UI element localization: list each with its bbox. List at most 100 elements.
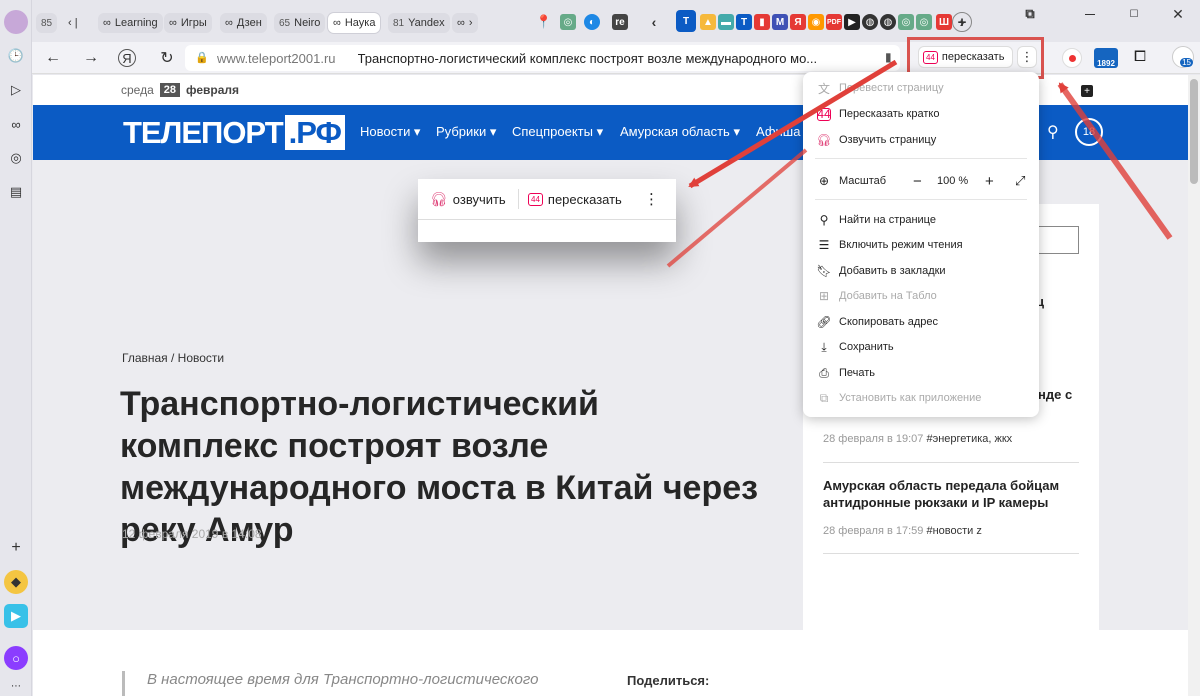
menu-item-bookmark[interactable]: 🔖︎ Добавить в закладки bbox=[816, 261, 945, 281]
tabs-back-icon[interactable]: ‹ | bbox=[68, 13, 78, 33]
news-title[interactable]: Амурская область передала бойцам антидро… bbox=[823, 477, 1073, 511]
back-icon[interactable]: ← bbox=[42, 48, 64, 68]
site-favicon[interactable]: Ш bbox=[936, 14, 952, 30]
map-pin-icon[interactable]: 📍 bbox=[536, 14, 552, 30]
site-favicon[interactable]: ◎ bbox=[898, 14, 914, 30]
age-badge: 18 bbox=[1075, 118, 1103, 146]
scrollbar-thumb[interactable] bbox=[1190, 79, 1198, 184]
site-favicon[interactable]: M bbox=[772, 14, 788, 30]
close-window-icon[interactable]: ✕ bbox=[1170, 6, 1186, 22]
menu-item-copy-address[interactable]: 🔗︎ Скопировать адрес bbox=[816, 312, 938, 332]
mail-icon[interactable]: 1892 bbox=[1094, 48, 1118, 68]
tab-label: Neiro bbox=[294, 17, 321, 29]
forward-icon[interactable]: → bbox=[80, 48, 102, 68]
site-favicon[interactable]: ▶ bbox=[844, 14, 860, 30]
site-favicon[interactable]: ◍ bbox=[862, 14, 878, 30]
site-favicon[interactable]: ◎ bbox=[916, 14, 932, 30]
printer-icon: ⎙ bbox=[819, 365, 829, 380]
profile-avatar[interactable] bbox=[4, 10, 28, 34]
add-icon[interactable]: + bbox=[1081, 85, 1093, 97]
site-logo[interactable]: ТЕЛЕПОРТ .РФ bbox=[123, 115, 345, 151]
bookmark-icon: 🔖︎ bbox=[816, 264, 832, 278]
play-icon[interactable]: ▷ bbox=[4, 78, 28, 102]
maximize-icon[interactable]: ☐ bbox=[1126, 6, 1142, 22]
site-favicon[interactable]: ▮ bbox=[754, 14, 770, 30]
new-tab-button[interactable]: + bbox=[952, 12, 972, 32]
news-tag[interactable]: #энергетика, жкх bbox=[926, 433, 1012, 445]
site-favicon[interactable]: ◐ bbox=[584, 14, 600, 30]
site-favicon[interactable]: ◉ bbox=[808, 14, 824, 30]
more-dots-icon[interactable]: ⋯ bbox=[4, 674, 28, 696]
tab[interactable]: ∞ Дзен bbox=[220, 13, 267, 33]
menu-item-voice-page[interactable]: 🎧︎ Озвучить страницу bbox=[816, 130, 936, 150]
games-icon[interactable]: ◆ bbox=[4, 570, 28, 594]
nav-item-afisha[interactable]: Афиша bbox=[756, 124, 800, 139]
pdf-icon[interactable]: PDF bbox=[826, 14, 842, 30]
site-favicon[interactable]: re bbox=[612, 14, 628, 30]
more-kebab-icon[interactable]: ⋮ bbox=[644, 188, 659, 210]
tab[interactable]: ∞ Игры bbox=[164, 13, 212, 33]
yandex-icon[interactable]: Я bbox=[118, 49, 136, 67]
downloads-icon[interactable]: 15 bbox=[1172, 46, 1194, 68]
menu-item-install-app[interactable]: ⧉ Установить как приложение bbox=[817, 388, 982, 408]
history-icon[interactable]: 🕒 bbox=[4, 44, 28, 68]
zoom-out-button[interactable]: − bbox=[913, 173, 922, 190]
voice-button[interactable]: 🎧︎ озвучить bbox=[430, 188, 506, 210]
tab-active[interactable]: ∞ Наука bbox=[328, 13, 381, 33]
tab[interactable]: ∞ › bbox=[452, 13, 478, 33]
tab[interactable]: 65 Neiro bbox=[274, 13, 326, 33]
menu-item-label: Установить как приложение bbox=[839, 392, 982, 404]
lock-icon[interactable]: 🔒 bbox=[195, 51, 209, 64]
url-text: www.teleport2001.ru bbox=[217, 50, 336, 66]
minimize-icon[interactable]: — bbox=[1082, 6, 1098, 22]
zoom-in-button[interactable]: + bbox=[985, 173, 994, 190]
site-favicon[interactable]: T bbox=[736, 14, 752, 30]
tab-label: Игры bbox=[180, 17, 207, 29]
nav-item-special[interactable]: Спецпроекты ▾ bbox=[512, 124, 603, 140]
search-icon[interactable]: ⚲ bbox=[1047, 122, 1059, 142]
bookmark-icon[interactable]: ▮ bbox=[885, 50, 892, 64]
site-favicon[interactable]: ▲ bbox=[700, 14, 716, 30]
sidebar-partial-text[interactable]: нде с bbox=[1038, 386, 1072, 403]
tabs-menu-icon[interactable]: ⧉ bbox=[1022, 6, 1038, 22]
menu-item-translate[interactable]: 文 Перевести страницу bbox=[817, 78, 944, 98]
nav-item-rubrics[interactable]: Рубрики ▾ bbox=[436, 124, 496, 140]
menu-item-print[interactable]: ⎙ Печать bbox=[817, 363, 875, 383]
breadcrumb[interactable]: Главная / Новости bbox=[122, 351, 224, 365]
divider bbox=[518, 189, 519, 209]
tab[interactable]: ∞ Learning bbox=[98, 13, 163, 33]
site-favicon[interactable]: ◍ bbox=[880, 14, 896, 30]
menu-item-reader[interactable]: ☰ Включить режим чтения bbox=[817, 235, 963, 255]
tab-label: Learning bbox=[114, 17, 158, 29]
site-favicon[interactable]: ▬ bbox=[718, 14, 734, 30]
menu-item-tablo[interactable]: ⊞ Добавить на Табло bbox=[817, 286, 937, 306]
extensions-icon[interactable]: ⧠ bbox=[1134, 48, 1146, 65]
nav-item-news[interactable]: Новости ▾ bbox=[360, 124, 420, 140]
infinity-icon[interactable]: ∞ bbox=[4, 112, 28, 136]
site-favicon[interactable]: Я bbox=[790, 14, 806, 30]
article-lead: В настоящее время для Транспортно-логист… bbox=[122, 671, 538, 696]
menu-item-find[interactable]: ⚲ Найти на странице bbox=[817, 210, 936, 230]
camera-icon[interactable]: ◎ bbox=[4, 146, 28, 170]
nav-item-amur[interactable]: Амурская область ▾ bbox=[620, 124, 740, 140]
tab-label: Наука bbox=[344, 17, 376, 29]
retell-button[interactable]: 44 пересказать bbox=[528, 188, 622, 210]
teleport-favicon[interactable]: T bbox=[676, 10, 696, 32]
record-icon[interactable] bbox=[1062, 48, 1082, 68]
chevron-left-icon[interactable]: ‹ bbox=[646, 14, 662, 30]
fullscreen-icon[interactable]: ⤢ bbox=[1015, 173, 1025, 189]
add-panel-icon[interactable]: + bbox=[4, 536, 28, 560]
tab[interactable]: 81 Yandex bbox=[388, 13, 450, 33]
voice-label: озвучить bbox=[452, 191, 506, 207]
tab[interactable]: 85 bbox=[36, 13, 58, 33]
address-bar[interactable]: 🔒 www.teleport2001.ru Транспортно-логист… bbox=[185, 45, 900, 71]
video-icon[interactable]: ▶ bbox=[4, 604, 28, 628]
alice-icon[interactable]: ○ bbox=[4, 646, 28, 670]
collections-icon[interactable]: ▤ bbox=[4, 180, 28, 204]
news-tag[interactable]: #новости z bbox=[926, 525, 981, 537]
site-favicon[interactable]: ◎ bbox=[560, 14, 576, 30]
menu-item-save[interactable]: ⤓ Сохранить bbox=[817, 337, 893, 357]
reload-icon[interactable]: ↻ bbox=[156, 48, 178, 68]
menu-item-retell-short[interactable]: 44 Пересказать кратко bbox=[817, 104, 939, 124]
browser-side-rail: 🕒 ▷ ∞ ◎ ▤ + ◆ ▶ ○ ⋯ bbox=[0, 0, 32, 696]
